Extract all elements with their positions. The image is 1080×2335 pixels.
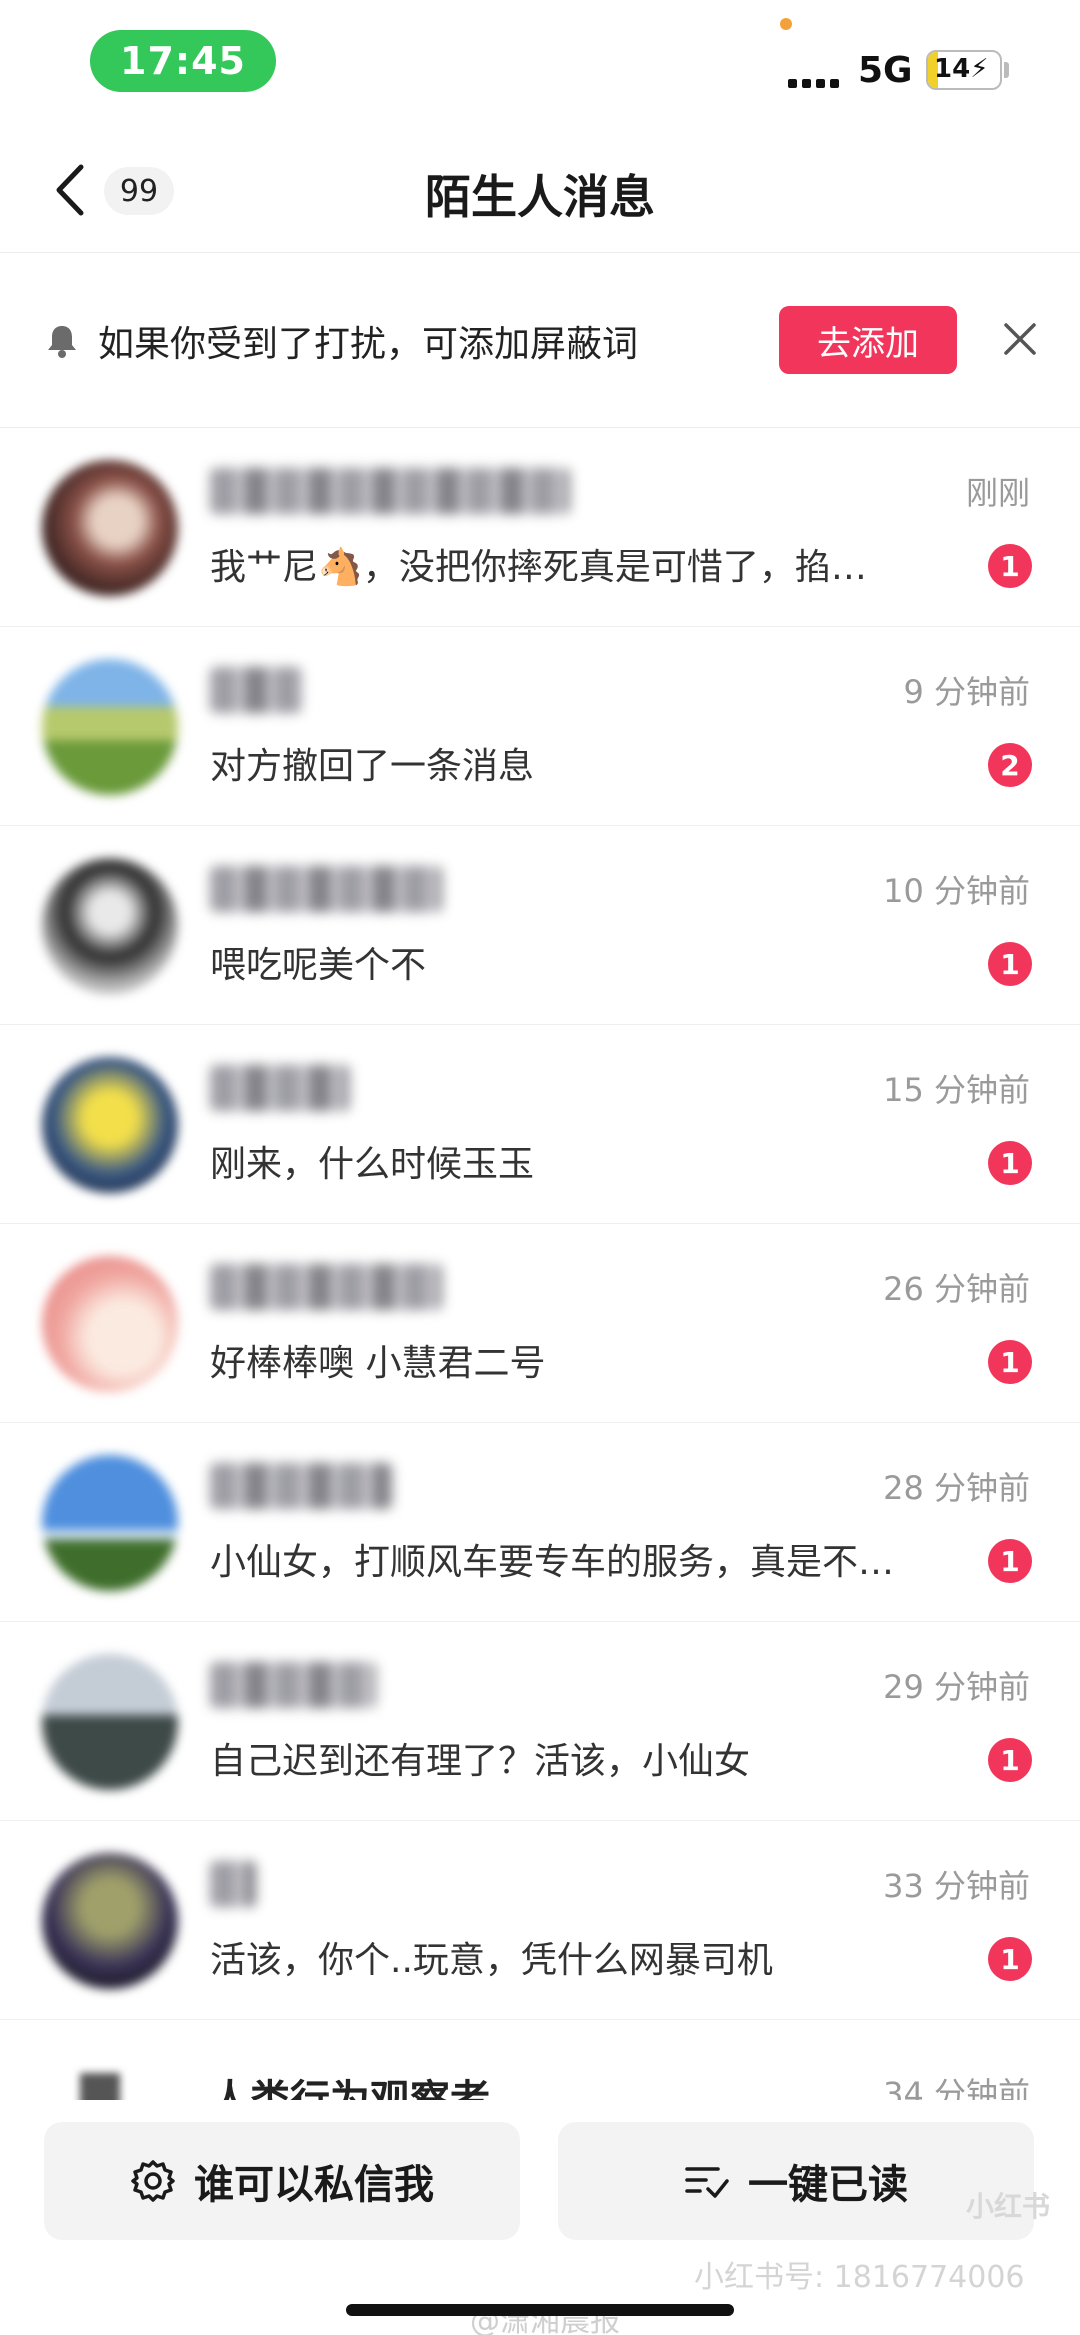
message-preview: 好棒棒噢 小慧君二号 (210, 1343, 546, 1384)
message-time: 15 分钟前 (883, 1071, 1030, 1109)
who-can-message-label: 谁可以私信我 (194, 2162, 434, 2208)
sender-name-blurred (210, 1264, 442, 1310)
sender-name-blurred (210, 1662, 376, 1708)
mark-read-icon (685, 2167, 729, 2198)
conversation-row[interactable]: 33 分钟前 活该，你个..玩意，凭什么网暴司机 1 (0, 1821, 1080, 2020)
conversation-row[interactable]: 26 分钟前 好棒棒噢 小慧君二号 1 (0, 1224, 1080, 1423)
status-time: 17:45 (90, 30, 276, 92)
message-preview: 活该，你个..玩意，凭什么网暴司机 (210, 1940, 773, 1981)
message-preview: 喂吃呢美个不 (210, 945, 427, 986)
add-block-words-button[interactable]: 去添加 (779, 306, 957, 374)
message-time: 9 分钟前 (903, 673, 1030, 711)
status-bar: 17:45 5G 14⚡ (0, 0, 1080, 125)
notice-text: 如果你受到了打扰，可添加屏蔽词 (98, 324, 639, 365)
gear-icon (131, 2160, 175, 2202)
avatar[interactable] (42, 1455, 178, 1591)
privacy-indicator-dot (780, 18, 792, 30)
conversation-row[interactable]: 10 分钟前 喂吃呢美个不 1 (0, 826, 1080, 1025)
unread-count-badge: 1 (988, 1141, 1032, 1185)
account-watermark: 小红书号: 1816774006 (694, 2260, 1025, 2295)
who-can-message-button[interactable]: 谁可以私信我 (44, 2122, 520, 2240)
conversation-row[interactable]: 29 分钟前 自己迟到还有理了？活该，小仙女 1 (0, 1622, 1080, 1821)
message-time: 10 分钟前 (883, 872, 1030, 910)
message-preview: 我艹尼🐴，没把你摔死真是可惜了，掐… (210, 547, 867, 588)
battery-cap (1004, 62, 1009, 78)
avatar[interactable] (42, 1654, 178, 1790)
home-indicator[interactable] (346, 2304, 734, 2316)
sender-name-blurred (210, 1463, 392, 1509)
unread-count-badge: 1 (988, 544, 1032, 588)
battery-icon: 14⚡ (926, 50, 1002, 90)
message-time: 刚刚 (965, 474, 1030, 512)
conversation-row[interactable]: 9 分钟前 对方撤回了一条消息 2 (0, 627, 1080, 826)
message-time: 26 分钟前 (883, 1270, 1030, 1308)
mark-all-read-label: 一键已读 (748, 2162, 908, 2208)
sender-name-blurred (210, 866, 442, 912)
battery-level: 14⚡ (934, 54, 989, 84)
avatar[interactable] (42, 460, 178, 596)
block-words-notice: 如果你受到了打扰，可添加屏蔽词 去添加 (0, 253, 1080, 428)
unread-count-badge: 1 (988, 1539, 1032, 1583)
message-preview: 自己迟到还有理了？活该，小仙女 (210, 1741, 751, 1782)
message-preview: 刚来，什么时候玉玉 (210, 1144, 535, 1185)
close-icon[interactable] (1000, 319, 1040, 359)
message-time: 28 分钟前 (883, 1469, 1030, 1507)
page-title: 陌生人消息 (425, 170, 655, 224)
unread-count-badge: 1 (988, 1937, 1032, 1981)
unread-count-badge: 1 (988, 1738, 1032, 1782)
bell-icon (48, 326, 76, 358)
conversation-row[interactable]: 15 分钟前 刚来，什么时候玉玉 1 (0, 1025, 1080, 1224)
nav-header: 99 陌生人消息 (0, 125, 1080, 253)
message-preview: 对方撤回了一条消息 (210, 746, 535, 787)
bottom-action-bar: 谁可以私信我 一键已读 小红书 小红书号: 1816774006 @潇湘晨报 (0, 2100, 1080, 2335)
unread-count-badge: 1 (988, 942, 1032, 986)
app-watermark: 小红书 (965, 2190, 1050, 2223)
avatar[interactable] (42, 1256, 178, 1392)
message-preview: 小仙女，打顺风车要专车的服务，真是不… (210, 1542, 895, 1583)
sender-name-blurred (210, 667, 302, 713)
unread-count-badge: 1 (988, 1340, 1032, 1384)
avatar[interactable] (42, 1057, 178, 1193)
message-time: 33 分钟前 (883, 1867, 1030, 1905)
network-type: 5G (858, 50, 913, 91)
avatar[interactable] (42, 1853, 178, 1989)
avatar[interactable] (42, 659, 178, 795)
sender-name-blurred (210, 468, 570, 514)
sender-name-blurred (210, 1065, 350, 1111)
message-time: 29 分钟前 (883, 1668, 1030, 1706)
conversation-row[interactable]: 28 分钟前 小仙女，打顺风车要专车的服务，真是不… 1 (0, 1423, 1080, 1622)
unread-count-badge: 2 (988, 743, 1032, 787)
signal-icon (788, 58, 846, 88)
conversation-row[interactable]: 刚刚 我艹尼🐴，没把你摔死真是可惜了，掐… 1 (0, 428, 1080, 627)
sender-name-blurred (210, 1861, 256, 1907)
avatar[interactable] (42, 858, 178, 994)
mark-all-read-button[interactable]: 一键已读 (558, 2122, 1034, 2240)
